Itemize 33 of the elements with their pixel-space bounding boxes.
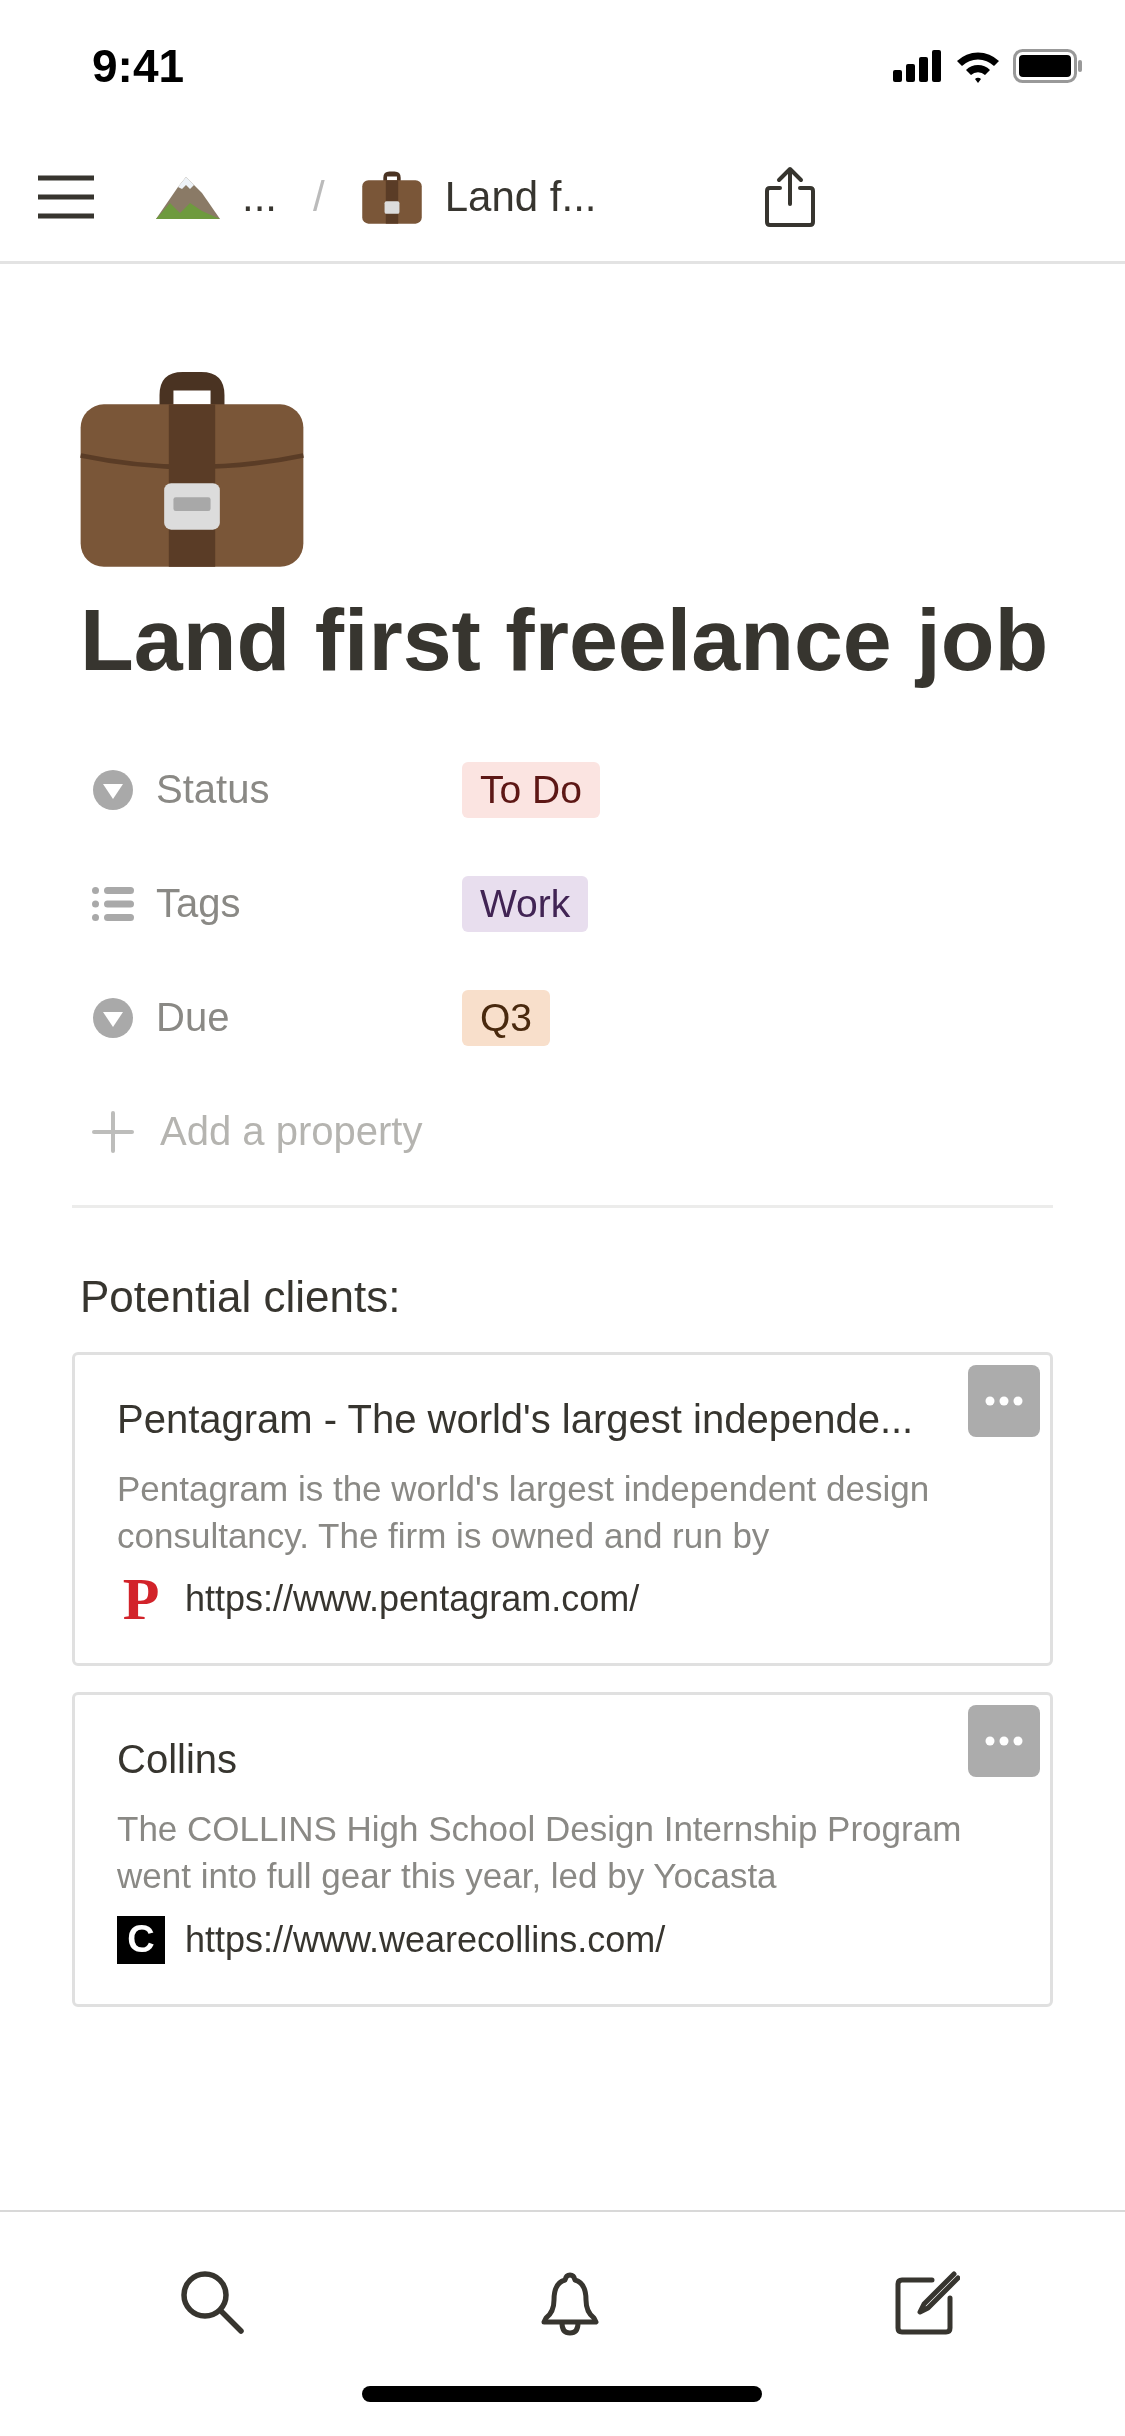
bookmark-card[interactable]: Pentagram - The world's largest independe... Pentagram is the world's largest independent design consultancy. The firm is owned and run by P https://www.pentagram.com/ <box>72 1351 1053 1667</box>
battery-icon <box>1013 49 1083 83</box>
bookmark-description: Pentagram is the world's largest independent design consultancy. The firm is owned and run by <box>117 1467 931 1557</box>
breadcrumb-separator: / <box>313 172 325 221</box>
property-label: Tags <box>156 881 242 927</box>
search-icon[interactable] <box>180 2270 246 2336</box>
plus-icon <box>92 1110 134 1153</box>
breadcrumb-page[interactable]: Land f... <box>444 172 597 221</box>
property-label: Due <box>156 995 231 1041</box>
site-favicon: C <box>117 1915 165 1964</box>
bookmark-description: The COLLINS High School Design Internship Program went into full gear this year, led by Yocasta <box>117 1808 963 1898</box>
compose-icon[interactable] <box>894 2270 960 2336</box>
list-icon <box>92 886 134 921</box>
wifi-icon <box>955 49 1001 83</box>
bookmark-url[interactable]: https://www.wearecollins.com/ <box>185 1918 666 1961</box>
property-tag[interactable]: To Do <box>462 761 600 818</box>
section-heading: Potential clients: <box>80 1271 402 1322</box>
bookmark-url[interactable]: https://www.pentagram.com/ <box>185 1578 640 1621</box>
menu-icon[interactable] <box>38 174 94 219</box>
property-tag[interactable]: Work <box>462 875 589 932</box>
bookmark-title: Collins <box>117 1736 239 1784</box>
property-tag[interactable]: Q3 <box>462 989 551 1046</box>
breadcrumb-ellipsis[interactable]: ... <box>242 172 277 221</box>
bookmark-title: Pentagram - The world's largest independe... <box>117 1395 915 1443</box>
property-label: Status <box>156 767 271 813</box>
site-favicon: P <box>121 1575 161 1624</box>
dropdown-icon <box>92 768 134 811</box>
share-icon[interactable] <box>764 165 817 228</box>
page-title[interactable]: Land first freelance job <box>80 584 1053 697</box>
bookmark-card[interactable]: Collins The COLLINS High School Design Internship Program went into full gear this year, led by Yocasta C https://www.wearecollins.com/ <box>72 1692 1053 2007</box>
dropdown-icon <box>92 996 134 1039</box>
signal-icon <box>893 50 943 82</box>
status-time: 9:41 <box>92 39 185 93</box>
